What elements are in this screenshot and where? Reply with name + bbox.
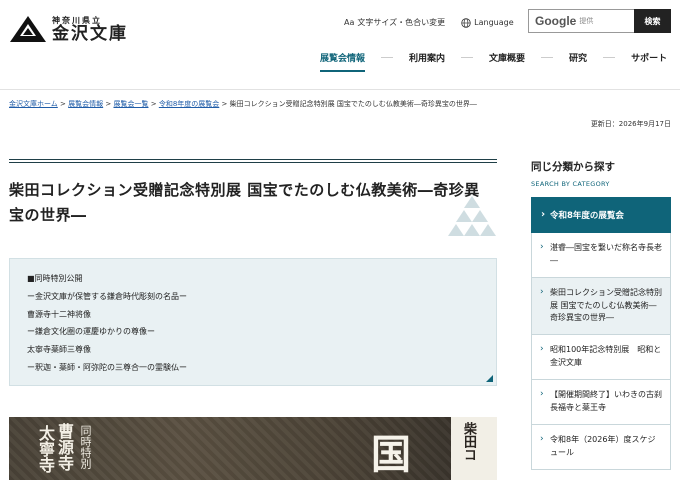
breadcrumb-current: 柴田コレクション受贈記念特別展 国宝でたのしむ仏教美術―奇珍異宝の世界― bbox=[229, 100, 477, 108]
corner-triangle-icon bbox=[486, 375, 493, 382]
page-title: 柴田コレクション受贈記念特別展 国宝でたのしむ仏教美術―奇珍異宝の世界― bbox=[9, 181, 480, 224]
breadcrumb-exhibitions[interactable]: 展覧会情報 bbox=[68, 100, 103, 108]
nav-separator bbox=[461, 57, 474, 58]
info-line: 曹源寺十二神将像 bbox=[27, 309, 91, 319]
exhibition-poster-image: 太寧寺 曹源寺 同時特別 国 柴田コ bbox=[9, 417, 497, 480]
nav-visit[interactable]: 利用案内 bbox=[409, 51, 445, 64]
logo-mountain-icon bbox=[10, 16, 46, 42]
sidebar-item-current[interactable]: 柴田コレクション受贈記念特別展 国宝でたのしむ仏教美術―奇珍異宝の世界― bbox=[531, 278, 671, 335]
breadcrumb-list[interactable]: 展覧会一覧 bbox=[113, 100, 148, 108]
globe-icon bbox=[461, 17, 471, 28]
triangle-pattern-icon bbox=[448, 196, 496, 236]
poster-text: 曹源寺 bbox=[55, 423, 74, 471]
language-link[interactable]: Language bbox=[461, 17, 514, 28]
text-size-label: 文字サイズ・色合い変更 bbox=[357, 18, 446, 27]
sidebar-item[interactable]: 令和8年（2026年）度スケジュール bbox=[531, 425, 671, 470]
info-line: ー釈迦・薬師・阿弥陀の三尊合一の霊験仏ー bbox=[27, 362, 187, 372]
logo-subtitle: 神奈川県立 bbox=[52, 14, 102, 25]
search-input[interactable]: Google 提供 bbox=[528, 9, 634, 33]
nav-separator bbox=[603, 57, 616, 58]
site-search: Google 提供 検索 bbox=[528, 9, 671, 33]
breadcrumb-separator: > bbox=[105, 100, 112, 108]
info-line: 太寧寺薬師三尊像 bbox=[27, 345, 91, 355]
poster-text: 同時特別 bbox=[79, 425, 92, 469]
search-button[interactable]: 検索 bbox=[634, 9, 671, 33]
special-exhibit-box: ■同時特別公開 ー金沢文庫が保管する鎌倉時代彫刻の名品ー 曹源寺十二神将像 ー鎌… bbox=[9, 258, 497, 386]
sidebar-title: 同じ分類から探す bbox=[531, 161, 615, 173]
site-logo[interactable]: 神奈川県立 金沢文庫 bbox=[9, 15, 128, 43]
info-line: ■同時特別公開 bbox=[27, 274, 83, 283]
sidebar-category-list: 令和8年度の展覧会 湛睿―国宝を繋いだ称名寺長老― 柴田コレクション受贈記念特別… bbox=[531, 197, 671, 470]
site-header: 神奈川県立 金沢文庫 Aa 文字サイズ・色合い変更 Language Googl… bbox=[0, 0, 680, 90]
breadcrumb-home[interactable]: 金沢文庫ホーム bbox=[9, 100, 58, 108]
breadcrumb-separator: > bbox=[60, 100, 66, 108]
poster-title-glyph: 国 bbox=[371, 431, 411, 478]
sidebar-category-head[interactable]: 令和8年度の展覧会 bbox=[531, 197, 671, 233]
text-size-link[interactable]: Aa 文字サイズ・色合い変更 bbox=[344, 17, 445, 28]
header-divider bbox=[0, 89, 680, 90]
google-brand: Google bbox=[535, 14, 577, 28]
nav-about[interactable]: 文庫概要 bbox=[489, 51, 525, 64]
sidebar-item[interactable]: 【開催期間終了】いわきの古刹 長福寺と薬王寺 bbox=[531, 380, 671, 425]
info-line: ー金沢文庫が保管する鎌倉時代彫刻の名品ー bbox=[27, 291, 187, 301]
updated-date: 更新日：2026年9月17日 bbox=[590, 120, 671, 128]
text-size-icon: Aa bbox=[344, 18, 355, 27]
nav-exhibitions[interactable]: 展覧会情報 bbox=[320, 51, 366, 72]
global-nav: 展覧会情報 利用案内 文庫概要 研究 サポート bbox=[320, 51, 667, 72]
nav-separator bbox=[541, 57, 554, 58]
title-section: 柴田コレクション受贈記念特別展 国宝でたのしむ仏教美術―奇珍異宝の世界― bbox=[9, 159, 497, 236]
logo-title: 金沢文庫 bbox=[52, 23, 128, 44]
sidebar-subtitle: SEARCH BY CATEGORY bbox=[531, 180, 610, 188]
nav-support[interactable]: サポート bbox=[631, 51, 667, 64]
language-label: Language bbox=[474, 18, 514, 27]
google-brand-sub: 提供 bbox=[579, 17, 594, 25]
breadcrumb-year[interactable]: 令和8年度の展覧会 bbox=[159, 100, 219, 108]
info-line: ー鎌倉文化圏の運慶ゆかりの尊像ー bbox=[27, 327, 155, 337]
sidebar-item[interactable]: 昭和100年記念特別展 昭和と金沢文庫 bbox=[531, 335, 671, 380]
poster-side-text: 柴田コ bbox=[461, 422, 476, 461]
breadcrumb: 金沢文庫ホーム > 展覧会情報 > 展覧会一覧 > 令和8年度の展覧会 > 柴田… bbox=[9, 99, 477, 109]
nav-research[interactable]: 研究 bbox=[569, 51, 587, 64]
nav-separator bbox=[381, 57, 394, 58]
sidebar-item[interactable]: 湛睿―国宝を繋いだ称名寺長老― bbox=[531, 233, 671, 278]
breadcrumb-separator: > bbox=[150, 100, 157, 108]
breadcrumb-separator: > bbox=[221, 100, 228, 108]
